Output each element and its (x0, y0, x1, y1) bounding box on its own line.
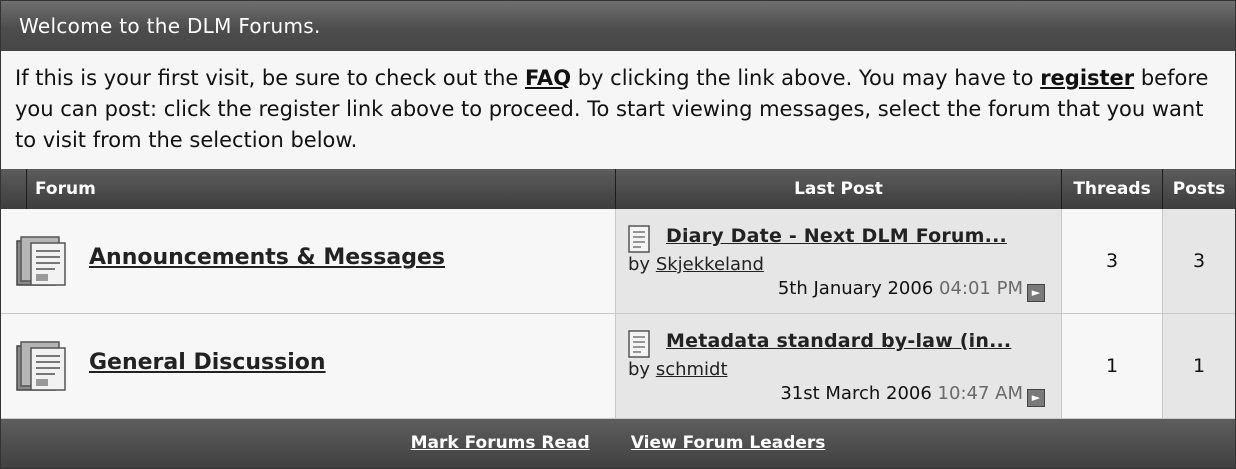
last-post-datetime: 31st March 2006 10:47 AM ► (780, 383, 1045, 407)
post-document-icon (628, 330, 650, 358)
last-post-title-link[interactable]: Diary Date - Next DLM Forum... (666, 225, 1007, 247)
last-post-author-line: by Skjekkeland (628, 254, 764, 275)
welcome-text-part: by clicking the link above. You may have… (571, 66, 1041, 90)
faq-link[interactable]: FAQ (525, 66, 571, 90)
posts-count: 3 (1163, 209, 1235, 313)
welcome-title: Welcome to the DLM Forums. (1, 1, 1235, 51)
register-link[interactable]: register (1040, 66, 1134, 90)
welcome-message: If this is your first visit, be sure to … (1, 51, 1235, 169)
go-to-last-post-icon[interactable]: ► (1027, 284, 1045, 302)
last-post-author-link[interactable]: Skjekkeland (656, 254, 764, 275)
mark-forums-read-link[interactable]: Mark Forums Read (411, 433, 590, 453)
column-header-icon (1, 169, 27, 209)
forum-title-link[interactable]: General Discussion (89, 350, 326, 375)
threads-count: 1 (1062, 314, 1163, 418)
last-post-date: 31st March 2006 (780, 383, 932, 404)
last-post-time: 10:47 AM (937, 383, 1023, 404)
column-header-forum: Forum (27, 169, 616, 209)
last-post-datetime: 5th January 2006 04:01 PM ► (778, 278, 1045, 302)
forum-cell: Announcements & Messages (1, 209, 616, 313)
by-label: by (628, 254, 651, 275)
forum-row: General Discussion Metadata standard by-… (1, 314, 1235, 419)
forum-folder-icon (16, 236, 66, 286)
forum-row: Announcements & Messages Diary Date - Ne… (1, 209, 1235, 314)
posts-count: 1 (1163, 314, 1235, 418)
column-header-threads: Threads (1062, 169, 1163, 209)
forum-cell: General Discussion (1, 314, 616, 418)
last-post-date: 5th January 2006 (777, 278, 934, 299)
view-forum-leaders-link[interactable]: View Forum Leaders (631, 433, 826, 453)
last-post-cell: Diary Date - Next DLM Forum... by Skjekk… (616, 209, 1062, 313)
last-post-author-line: by schmidt (628, 359, 728, 380)
go-to-last-post-icon[interactable]: ► (1027, 389, 1045, 407)
last-post-title-link[interactable]: Metadata standard by-law (in... (666, 330, 1011, 352)
last-post-time: 04:01 PM (939, 278, 1023, 299)
threads-count: 3 (1062, 209, 1163, 313)
last-post-cell: Metadata standard by-law (in... by schmi… (616, 314, 1062, 418)
forum-folder-icon (16, 341, 66, 391)
welcome-text-part: If this is your first visit, be sure to … (15, 66, 525, 90)
forum-home-panel: Welcome to the DLM Forums. If this is yo… (0, 0, 1236, 469)
forum-title-link[interactable]: Announcements & Messages (89, 245, 445, 270)
by-label: by (628, 359, 651, 380)
column-header-posts: Posts (1163, 169, 1235, 209)
column-header-last-post: Last Post (616, 169, 1062, 209)
post-document-icon (628, 225, 650, 253)
last-post-author-link[interactable]: schmidt (656, 359, 728, 380)
forum-footer-bar: Mark Forums Read View Forum Leaders (1, 419, 1235, 468)
